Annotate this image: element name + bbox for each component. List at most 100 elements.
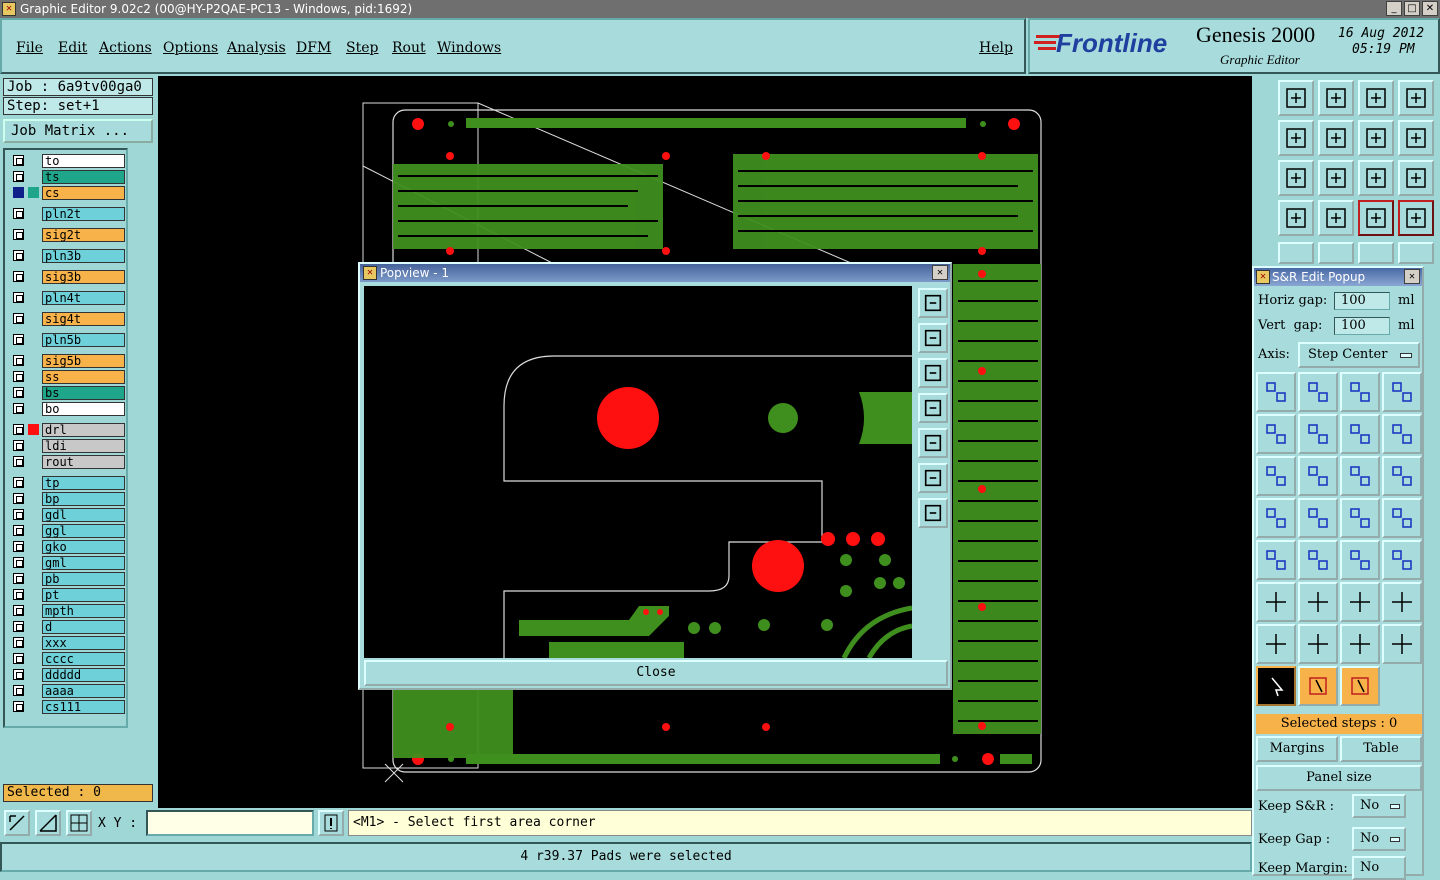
screen-capture-icon[interactable] [1318, 80, 1354, 116]
keep-gap-select[interactable]: No [1352, 827, 1406, 851]
layer-checkbox[interactable] [13, 669, 24, 680]
layer-name[interactable]: xxx [42, 636, 125, 650]
layer-name[interactable]: ggl [42, 524, 125, 538]
menu-edit[interactable]: Edit [58, 40, 87, 56]
layer-row-sig5b[interactable]: sig5b [9, 354, 125, 368]
layer-name[interactable]: cccc [42, 652, 125, 666]
layer-name[interactable]: mpth [42, 604, 125, 618]
layer-name[interactable]: sig4t [42, 312, 125, 326]
close-window-icon[interactable]: ✕ [1422, 1, 1438, 16]
popview-app-icon[interactable]: ✕ [363, 266, 377, 280]
menu-actions[interactable]: Actions [99, 40, 152, 56]
layer-checkbox[interactable] [13, 313, 24, 324]
layer-row-rout[interactable]: rout [9, 455, 125, 469]
layer-name[interactable]: pln5b [42, 333, 125, 347]
layer-name[interactable]: ddddd [42, 668, 125, 682]
swap-color-icon[interactable] [1340, 456, 1380, 496]
toolbar-extra-icon[interactable] [1278, 242, 1314, 264]
layer-name[interactable]: gdl [42, 508, 125, 522]
align-left-icon[interactable] [1256, 498, 1296, 538]
margins-button[interactable]: Margins [1256, 736, 1338, 762]
menu-windows[interactable]: Windows [437, 40, 501, 56]
menu-help[interactable]: Help [979, 40, 1013, 56]
axis-select[interactable]: Step Center [1298, 342, 1420, 368]
layer-checkbox[interactable] [13, 208, 24, 219]
table-button[interactable]: Table [1340, 736, 1422, 762]
layer-name[interactable]: bp [42, 492, 125, 506]
vert-gap-input[interactable]: 100 [1334, 317, 1390, 335]
fit-screen-icon[interactable] [1278, 160, 1314, 196]
keep-sr-select[interactable]: No [1352, 794, 1406, 818]
layer-checkbox[interactable] [13, 292, 24, 303]
center-icon[interactable] [918, 498, 948, 528]
spread-v-icon[interactable] [1298, 624, 1338, 664]
info-icon[interactable] [318, 810, 344, 836]
layer-checkbox[interactable] [13, 155, 24, 166]
layer-checkbox[interactable] [13, 621, 24, 632]
settings-icon[interactable] [1278, 200, 1314, 236]
layer-row-sig2t[interactable]: sig2t [9, 228, 125, 242]
home-icon[interactable] [1358, 80, 1394, 116]
menu-step[interactable]: Step [346, 40, 378, 56]
layer-row-gdl[interactable]: gdl [9, 508, 125, 522]
layer-row-pln3b[interactable]: pln3b [9, 249, 125, 263]
edit-step2-icon[interactable] [1340, 666, 1380, 706]
sr-close-icon[interactable]: ✕ [1404, 269, 1420, 284]
pan-left-icon[interactable] [918, 393, 948, 423]
layer-name[interactable]: pln3b [42, 249, 125, 263]
align-bottom-icon[interactable] [1382, 498, 1422, 538]
layer-row-ts[interactable]: ts [9, 170, 125, 184]
center-view-icon[interactable] [1318, 160, 1354, 196]
align-top-icon[interactable] [1340, 498, 1380, 538]
move-right-icon[interactable] [1298, 582, 1338, 622]
layer-checkbox[interactable] [13, 424, 24, 435]
layer-row-aaaa[interactable]: aaaa [9, 684, 125, 698]
array-red-icon[interactable] [1298, 372, 1338, 412]
layer-row-pt[interactable]: pt [9, 588, 125, 602]
zoom-in-icon[interactable] [918, 288, 948, 318]
layer-name[interactable]: pln4t [42, 291, 125, 305]
swap-v-icon[interactable] [1298, 456, 1338, 496]
popview-close-button[interactable]: Close [364, 660, 948, 686]
menu-file[interactable]: File [16, 40, 43, 56]
move-left-icon[interactable] [1256, 582, 1296, 622]
layer-name[interactable]: bo [42, 402, 125, 416]
layer-row-gko[interactable]: gko [9, 540, 125, 554]
layer-checkbox[interactable] [13, 403, 24, 414]
layer-row-mpth[interactable]: mpth [9, 604, 125, 618]
layer-name[interactable]: cs111 [42, 700, 125, 714]
layer-name[interactable]: to [42, 154, 125, 168]
layer-name[interactable]: ss [42, 370, 125, 384]
layer-row-bs[interactable]: bs [9, 386, 125, 400]
layer-name[interactable]: d [42, 620, 125, 634]
right-panel-icon[interactable] [1318, 120, 1354, 156]
layer-name[interactable]: sig5b [42, 354, 125, 368]
layer-name[interactable]: aaaa [42, 684, 125, 698]
snap-grid-icon[interactable] [66, 810, 92, 836]
layer-checkbox[interactable] [13, 456, 24, 467]
align-center-h-icon[interactable] [1256, 540, 1296, 580]
layer-row-pln2t[interactable]: pln2t [9, 207, 125, 221]
layer-row-gml[interactable]: gml [9, 556, 125, 570]
layer-checkbox[interactable] [13, 440, 24, 451]
layer-row-ss[interactable]: ss [9, 370, 125, 384]
menu-dfm[interactable]: DFM [296, 40, 331, 56]
layer-row-pln4t[interactable]: pln4t [9, 291, 125, 305]
distribute-h2-icon[interactable] [1340, 540, 1380, 580]
layer-row-ddddd[interactable]: ddddd [9, 668, 125, 682]
layer-checkbox[interactable] [13, 557, 24, 568]
mirror-icon[interactable] [1398, 120, 1434, 156]
layer-row-cs111[interactable]: cs111 [9, 700, 125, 714]
layer-row-d[interactable]: d [9, 620, 125, 634]
grid-icon[interactable] [1318, 200, 1354, 236]
layer-row-cs[interactable]: cs [9, 186, 125, 200]
layer-row-bp[interactable]: bp [9, 492, 125, 506]
zoom-up-icon[interactable] [918, 323, 948, 353]
array-2x2-icon[interactable] [1256, 372, 1296, 412]
layer-name[interactable]: cs [42, 186, 125, 200]
sr-app-icon[interactable]: ✕ [1256, 270, 1270, 284]
measure-icon[interactable] [35, 810, 61, 836]
layer-row-xxx[interactable]: xxx [9, 636, 125, 650]
select-pointer-icon[interactable] [1256, 666, 1296, 706]
swap-h-icon[interactable] [1256, 456, 1296, 496]
